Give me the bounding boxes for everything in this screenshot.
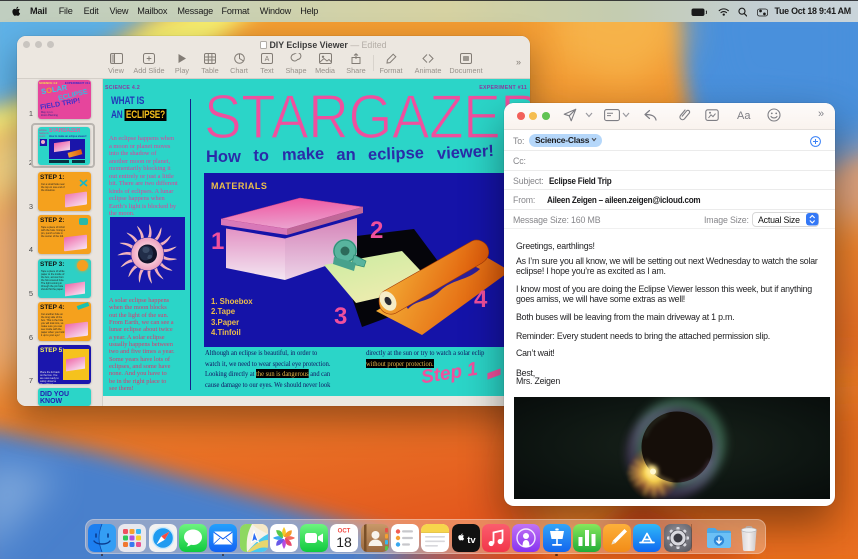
svg-text:1: 1: [211, 228, 224, 255]
svg-text:4: 4: [474, 286, 488, 313]
svg-text:2: 2: [370, 217, 383, 244]
svg-text:18: 18: [337, 534, 353, 550]
svg-text:tv: tv: [467, 535, 476, 546]
svg-text:3: 3: [334, 303, 347, 330]
svg-text:A: A: [265, 56, 270, 63]
